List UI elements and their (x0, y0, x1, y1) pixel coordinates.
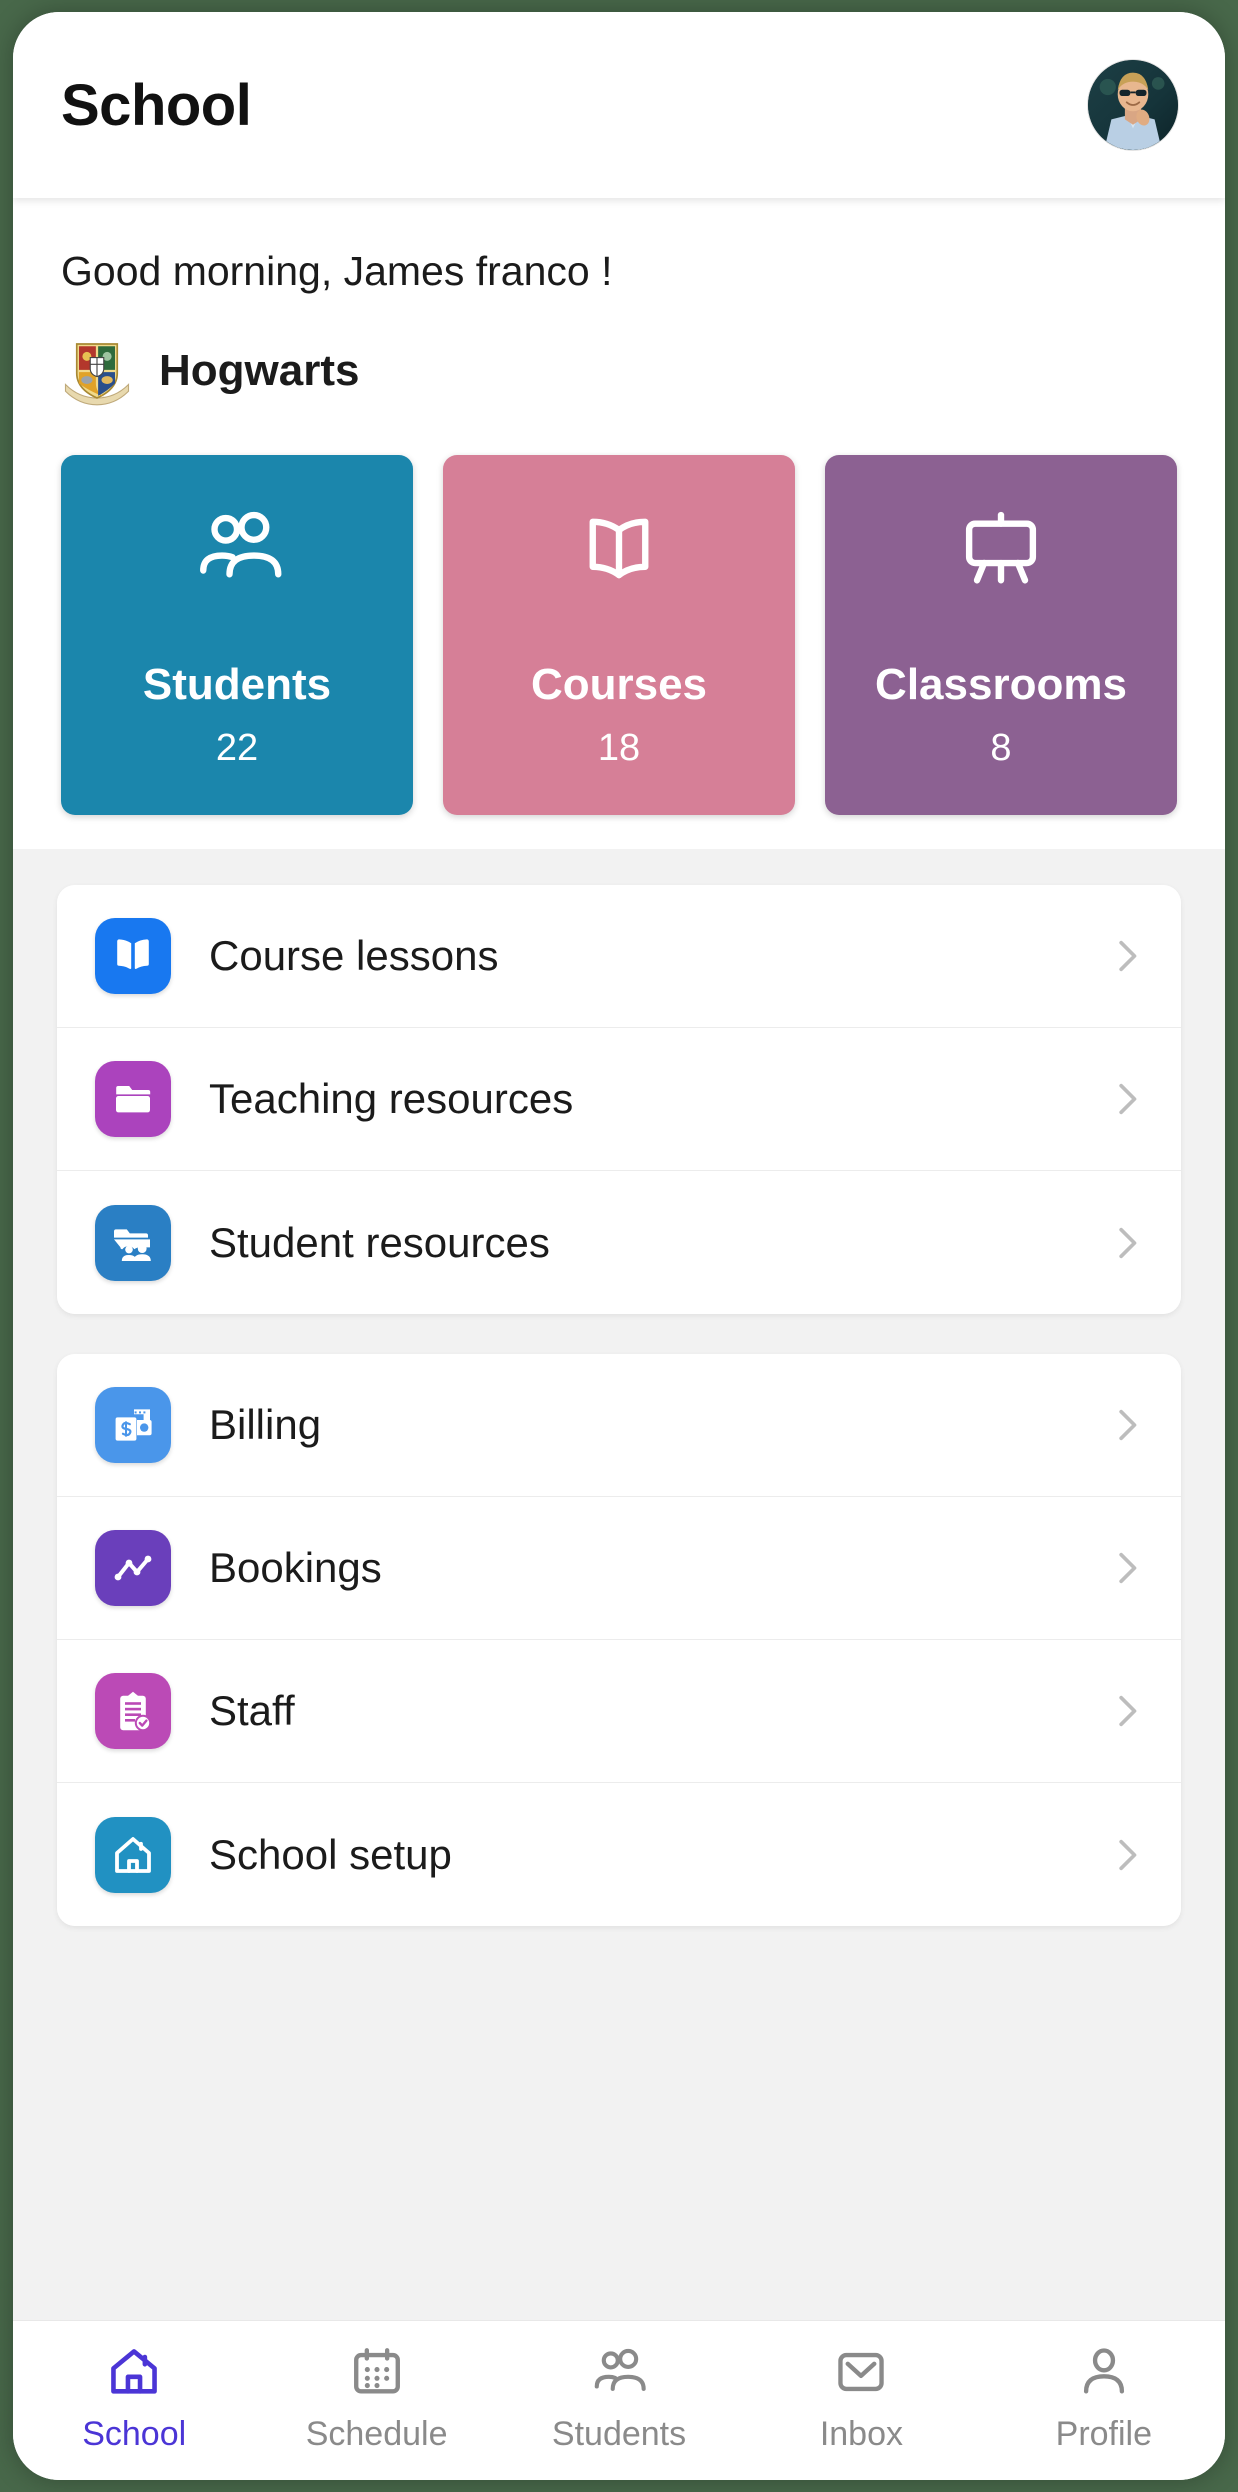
app-header: School (13, 12, 1225, 198)
tab-label: Schedule (305, 2415, 448, 2453)
phone-frame: School Good morning, James franco ! Hogw… (13, 12, 1225, 2480)
chevron-right-icon (1107, 1217, 1147, 1269)
house-icon-tile (95, 1816, 171, 1893)
folder-icon-tile (95, 1061, 171, 1137)
tab-schedule[interactable]: Schedule (255, 2343, 497, 2454)
chevron-right-icon (1107, 1399, 1147, 1451)
main-content: Good morning, James franco ! Hogwarts St… (13, 198, 1225, 2320)
list-item-label: Student resources (209, 1218, 550, 1266)
people-icon (192, 503, 282, 593)
stat-tile-classrooms[interactable]: Classrooms 8 (825, 455, 1177, 815)
avatar-photo (1088, 60, 1178, 150)
chevron-right-icon (1107, 1685, 1147, 1737)
hogwarts-crest-icon (61, 335, 133, 407)
list-item-label: Billing (209, 1401, 322, 1448)
stat-value: 22 (215, 727, 259, 769)
school-name: Hogwarts (159, 346, 360, 395)
chevron-right-icon (1107, 930, 1147, 982)
tab-label: Students (551, 2415, 687, 2453)
chevron-right-icon (1107, 1073, 1147, 1125)
list-item-school-setup[interactable]: School setup (57, 1783, 1181, 1926)
calendar-icon (346, 2343, 408, 2401)
school-identity: Hogwarts (61, 335, 1177, 407)
list-item-student-resources[interactable]: Student resources (57, 1171, 1181, 1314)
greeting-text: Good morning, James franco ! (61, 248, 613, 294)
stat-label: Courses (530, 660, 708, 709)
list-item-label: Course lessons (209, 932, 499, 979)
folder-people-icon-tile (95, 1204, 171, 1281)
money-icon-tile (95, 1387, 171, 1463)
tab-school[interactable]: School (13, 2343, 255, 2454)
easel-icon (956, 503, 1046, 593)
stat-label: Classrooms (875, 660, 1127, 709)
folder-icon (116, 1086, 151, 1113)
list-item-course-lessons[interactable]: Course lessons (57, 885, 1181, 1028)
clipboard-check-icon (120, 1691, 152, 1732)
stat-tiles: Students 22 Courses 18 Classrooms 8 (61, 455, 1177, 815)
menu-card-resources: Course lessons Teaching resources Studen… (57, 885, 1181, 1314)
list-item-billing[interactable]: Billing (57, 1354, 1181, 1497)
list-item-label: Staff (209, 1687, 295, 1734)
book-icon (117, 939, 149, 970)
chevron-right-icon (1107, 1542, 1147, 1594)
tab-label: Inbox (819, 2415, 904, 2453)
stat-value: 18 (597, 727, 641, 769)
open-book-icon (574, 503, 664, 593)
page-title: School (61, 72, 252, 138)
list-item-label: School setup (209, 1830, 452, 1878)
line-chart-icon (114, 1555, 152, 1581)
people-icon (588, 2343, 650, 2401)
money-icon (115, 1409, 152, 1441)
tab-inbox[interactable]: Inbox (740, 2343, 982, 2454)
stat-value: 8 (990, 727, 1012, 769)
stat-tile-courses[interactable]: Courses 18 (443, 455, 795, 815)
list-item-label: Bookings (209, 1544, 382, 1591)
bottom-navigation: School Schedule Students Inbox Profile (13, 2320, 1225, 2480)
tab-profile[interactable]: Profile (983, 2343, 1225, 2454)
stat-tile-students[interactable]: Students 22 (61, 455, 413, 815)
person-icon (1073, 2343, 1135, 2401)
overview-section: Good morning, James franco ! Hogwarts St… (13, 198, 1225, 849)
folder-people-icon (114, 1228, 151, 1261)
envelope-icon (830, 2343, 892, 2401)
tab-students[interactable]: Students (498, 2343, 740, 2454)
book-icon-tile (95, 918, 171, 994)
list-item-bookings[interactable]: Bookings (57, 1497, 1181, 1640)
list-item-staff[interactable]: Staff (57, 1640, 1181, 1783)
menu-section: Course lessons Teaching resources Studen… (13, 849, 1225, 1966)
house-icon (115, 1836, 151, 1873)
avatar[interactable] (1087, 59, 1179, 151)
menu-card-admin: Billing Bookings Staff School setup (57, 1354, 1181, 1926)
chevron-right-icon (1107, 1829, 1147, 1881)
tab-label: School (82, 2415, 187, 2453)
home-icon (103, 2343, 165, 2401)
line-chart-icon-tile (95, 1530, 171, 1606)
stat-label: Students (142, 660, 332, 709)
tab-label: Profile (1055, 2415, 1153, 2453)
list-item-label: Teaching resources (209, 1075, 574, 1122)
list-item-teaching-resources[interactable]: Teaching resources (57, 1028, 1181, 1171)
clipboard-check-icon-tile (95, 1673, 171, 1749)
